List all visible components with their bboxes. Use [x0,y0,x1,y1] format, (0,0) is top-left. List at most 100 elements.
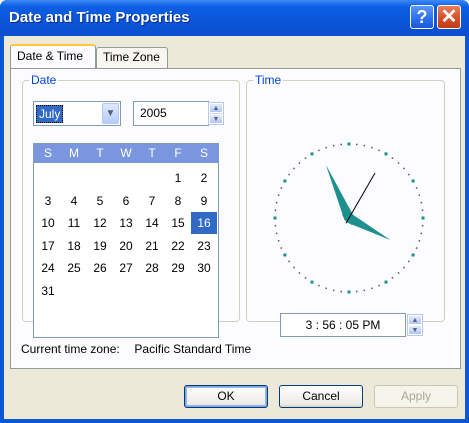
clock-minute-tick [378,284,380,287]
analog-clock [273,142,425,294]
calendar-day[interactable]: 7 [139,190,165,212]
calendar-weekday: T [148,146,156,160]
calendar-day[interactable]: 11 [61,212,87,234]
clock-minute-tick [332,144,335,147]
tab-label: Time Zone [103,50,160,64]
year-spinner[interactable]: ▲ ▼ [208,102,224,125]
calendar-day[interactable]: 1 [165,167,191,189]
calendar-day[interactable]: 12 [87,212,113,234]
close-button[interactable]: ✕ [437,5,461,29]
calendar-day[interactable]: 13 [113,212,139,234]
calendar-day[interactable]: 20 [113,235,139,257]
calendar-weekday: M [69,146,79,160]
calendar-day[interactable]: 10 [35,212,61,234]
calendar-day[interactable]: 4 [61,190,87,212]
clock-minute-tick [275,232,278,235]
calendar-day[interactable]: 25 [61,257,87,279]
clock-minute-tick [397,272,400,274]
clock-minute-tick [418,194,421,196]
clock-hour-tick [347,142,351,146]
clock-minute-tick [332,289,335,292]
time-field[interactable]: 3 : 56 : 05 PM [280,313,406,337]
calendar-day[interactable]: 28 [139,257,165,279]
month-value: July [36,105,64,123]
calendar-weekday: F [174,146,182,160]
clock-hour-tick [421,216,425,220]
clock-minute-tick [318,149,320,152]
calendar-day[interactable]: 3 [35,190,61,212]
calendar-day[interactable]: 23 [191,235,217,257]
calendar-day[interactable]: 5 [87,190,113,212]
clock-minute-tick [403,266,405,269]
apply-button[interactable]: Apply [374,385,458,408]
clock-minute-tick [378,149,380,152]
tab-time-zone[interactable]: Time Zone [96,47,168,68]
help-button[interactable]: ? [410,5,434,29]
help-icon: ? [416,7,428,27]
spin-down-icon[interactable]: ▼ [408,325,422,335]
clock-hour-tick [411,253,415,257]
calendar-weekday: S [43,146,52,160]
calendar-day[interactable]: 14 [139,212,165,234]
clock-minute-tick [280,187,283,189]
calendar-day[interactable]: 9 [191,190,217,212]
clock-minute-tick [293,167,295,170]
calendar-day[interactable]: 30 [191,257,217,279]
clock-minute-tick [356,290,358,293]
clock-hour-tick [310,280,314,284]
calendar-day[interactable]: 17 [35,235,61,257]
clock-minute-tick [340,290,342,293]
clock-minute-tick [280,247,283,249]
clock-minute-tick [274,225,277,227]
clock-minute-tick [298,272,301,274]
calendar-day[interactable]: 15 [165,212,191,234]
chevron-down-icon[interactable]: ▼ [102,103,119,124]
calendar-day[interactable]: 2 [191,167,217,189]
clock-minute-tick [318,284,320,287]
ok-button[interactable]: OK [184,385,268,408]
clock-minute-tick [277,194,280,196]
clock-minute-tick [340,143,342,146]
cancel-button[interactable]: Cancel [279,385,363,408]
title-bar[interactable]: Date and Time Properties ? ✕ [0,0,469,36]
calendar-day[interactable]: 8 [165,190,191,212]
tab-label: Date & Time [17,49,84,63]
clock-hour-tick [310,152,314,156]
tab-date-time[interactable]: Date & Time [10,44,96,68]
year-value: 2005 [140,106,167,120]
calendar-day[interactable]: 19 [87,235,113,257]
calendar-day[interactable]: 6 [113,190,139,212]
date-group-label: Date [29,73,59,87]
time-spinner[interactable]: ▲ ▼ [407,314,423,336]
second-hand [345,172,376,224]
calendar-day[interactable]: 18 [61,235,87,257]
calendar-grid: S M T W T F S 1 2 3 4 5 6 7 8 9 10 11 12 13 14 15 16 17 18 19 20 21… [33,143,219,338]
calendar-day[interactable]: 24 [35,257,61,279]
month-dropdown[interactable]: July ▼ [33,101,121,126]
clock-minute-tick [304,157,307,159]
calendar-day[interactable]: 31 [35,280,61,302]
spin-up-icon[interactable]: ▲ [209,103,223,113]
clock-minute-tick [274,209,277,211]
close-icon: ✕ [440,6,458,28]
clock-minute-tick [298,162,301,164]
clock-minute-tick [420,232,423,235]
calendar-day[interactable]: 22 [165,235,191,257]
calendar-day[interactable]: 27 [113,257,139,279]
clock-hour-tick [411,179,415,183]
minute-hand [325,164,354,226]
clock-minute-tick [397,162,400,164]
year-field[interactable]: 2005 [133,101,209,126]
clock-minute-tick [304,277,307,279]
current-time-zone-value: Pacific Standard Time [134,342,252,356]
calendar-day[interactable]: 29 [165,257,191,279]
clock-minute-tick [415,187,418,189]
clock-minute-tick [371,146,373,149]
clock-minute-tick [293,266,295,269]
spin-down-icon[interactable]: ▼ [209,114,223,124]
spin-up-icon[interactable]: ▲ [408,315,422,325]
calendar-day[interactable]: 21 [139,235,165,257]
calendar-day[interactable]: 26 [87,257,113,279]
clock-minute-tick [391,157,394,159]
calendar-day[interactable]: 16 [191,212,217,234]
